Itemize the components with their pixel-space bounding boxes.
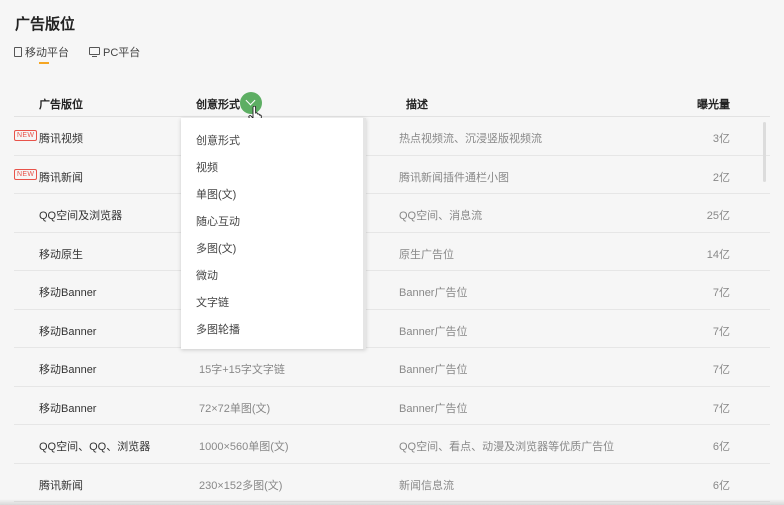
tab-pc-platform[interactable]: PC平台 [89,44,140,60]
header-description: 描述 [406,99,428,111]
placement-name: 移动Banner [39,287,97,299]
exposure-value: 14亿 [706,248,730,261]
placement-name: 移动Banner [39,364,97,376]
monitor-icon [89,47,100,57]
table-header: 广告版位 创意形式 描述 曝光量 [14,86,770,117]
dropdown-option[interactable]: 多图(文) [196,240,236,256]
description-value: QQ空间、看点、动漫及浏览器等优质广告位 [399,441,615,453]
exposure-value: 2亿 [712,171,730,184]
placement-name: 移动原生 [39,248,83,261]
exposure-value: 7亿 [712,325,730,338]
table-row[interactable]: QQ空间、QQ、浏览器 1000×560单图(文) QQ空间、看点、动漫及浏览器等优… [14,425,770,464]
exposure-value: 7亿 [712,402,730,415]
placement-name: 腾讯新闻 [39,171,83,184]
exposure-value: 3亿 [712,133,730,145]
dropdown-option[interactable]: 单图(文) [196,186,236,202]
table-row[interactable]: 移动Banner Banner广告位 7亿 [14,310,770,348]
description-value: Banner广告位 [399,364,468,376]
dropdown-option[interactable]: 随心互动 [196,213,240,229]
header-exposure: 曝光量 [697,99,730,111]
description-value: Banner广告位 [399,287,468,299]
description-value: Banner广告位 [399,325,468,338]
page-title: 广告版位 [15,16,76,33]
format-value: 230×152多图(文) [199,479,283,492]
header-format: 创意形式 [196,99,240,111]
dropdown-option[interactable]: 多图轮播 [196,321,240,337]
description-value: 热点视频流、沉浸竖版视频流 [399,133,542,145]
tab-label: 移动平台 [25,47,69,59]
exposure-value: 7亿 [712,287,730,299]
bottom-shadow [0,499,784,505]
format-value: 1000×560单图(文) [199,441,289,453]
table-row[interactable]: 移动Banner 72×72单图(文) Banner广告位 7亿 [14,387,770,425]
table-row[interactable]: NEW 腾讯视频 热点视频流、沉浸竖版视频流 3亿 [14,117,770,156]
header-placement: 广告版位 [39,99,83,111]
description-value: Banner广告位 [399,402,468,415]
table-row[interactable]: 移动Banner Banner广告位 7亿 [14,271,770,310]
page-scrollbar[interactable] [763,122,766,182]
new-badge: NEW [14,130,38,141]
tab-label: PC平台 [103,47,141,59]
dropdown-scrollbar[interactable] [363,118,366,349]
description-value: 腾讯新闻插件通栏小图 [399,171,509,184]
placement-name: 移动Banner [39,325,97,338]
phone-icon [14,47,22,57]
placement-table: 广告版位 创意形式 描述 曝光量 NEW 腾讯视频 热点视频流、沉浸竖版视频流 3亿 N… [14,86,770,502]
exposure-value: 7亿 [712,364,730,376]
exposure-value: 25亿 [706,210,730,222]
table-row[interactable]: 移动Banner 15字+15字文字链 Banner广告位 7亿 [14,348,770,387]
chevron-down-icon [245,95,256,106]
placement-name: 移动Banner [39,402,97,415]
dropdown-option[interactable]: 微动 [196,267,218,283]
format-value: 72×72单图(文) [199,402,271,415]
table-row[interactable]: 腾讯新闻 230×152多图(文) 新闻信息流 6亿 [14,464,770,502]
exposure-value: 6亿 [712,441,730,453]
table-row[interactable]: NEW 腾讯新闻 腾讯新闻插件通栏小图 2亿 [14,156,770,194]
placement-name: QQ空间及浏览器 [39,210,123,222]
format-dropdown: 创意形式视频单图(文) 随心互动多图(文) 微动文字链多图轮播 [181,118,366,349]
dropdown-option[interactable]: 创意形式 [196,132,240,148]
description-value: 原生广告位 [399,248,454,261]
description-value: QQ空间、消息流 [399,210,483,222]
exposure-value: 6亿 [712,479,730,492]
description-value: 新闻信息流 [399,479,454,492]
dropdown-option[interactable]: 视频 [196,159,218,175]
platform-tabs: 移动平台 PC平台 [14,44,160,64]
placement-name: 腾讯视频 [39,133,83,145]
placement-name: QQ空间、QQ、浏览器 [39,441,151,453]
table-row[interactable]: 移动原生 原生广告位 14亿 [14,233,770,271]
format-value: 15字+15字文字链 [199,364,285,376]
table-row[interactable]: QQ空间及浏览器 QQ空间、消息流 25亿 [14,194,770,233]
dropdown-option[interactable]: 文字链 [196,294,229,310]
tab-mobile-platform[interactable]: 移动平台 [14,44,69,64]
active-tab-indicator [39,62,49,64]
placement-name: 腾讯新闻 [39,479,83,492]
new-badge: NEW [14,168,38,180]
